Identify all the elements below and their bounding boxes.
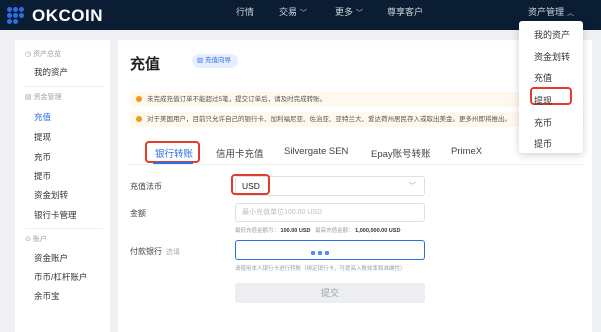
loading-indicator <box>311 248 332 257</box>
notice-text: 未完成充值订单不能超过5笔，提交订单后，请及时完成转账。 <box>147 96 327 103</box>
book-icon: ▥ <box>197 57 205 64</box>
notice-text: 对于美国用户，目前只允许自己的银行卡、加利福尼亚、佐治亚、亚特兰大、爱达荷州居民… <box>147 116 511 123</box>
nav-trade-label: 交易 <box>279 7 298 17</box>
tab-silvergate-sen[interactable]: Silvergate SEN <box>284 146 348 157</box>
sidebar-group-label: 账户 <box>32 236 47 243</box>
amount-label: 金额 <box>130 209 146 218</box>
bank-label: 付款银行 选填 <box>130 246 180 257</box>
sidebar-group-overview: ◷ 资产总览 <box>25 51 62 58</box>
nav-market[interactable]: 行情 <box>236 3 254 33</box>
min-amount-prefix: 最低充值金额为： <box>235 228 280 234</box>
sidebar-group-label: 资产总览 <box>33 51 62 58</box>
amount-input[interactable]: 最小充值单位100.00 USD <box>235 203 425 222</box>
warning-icon <box>136 96 142 102</box>
dropdown-item-my-assets[interactable]: 我的资产 <box>534 28 570 41</box>
submit-button[interactable]: 提交 <box>235 283 425 303</box>
sidebar-group-accounts: ⊙ 账户 <box>25 236 47 243</box>
chevron-down-icon: ﹀ <box>356 10 364 17</box>
sidebar-item-deposit-crypto[interactable]: 充币 <box>34 151 51 163</box>
bank-label-text: 付款银行 <box>130 247 162 256</box>
nav-more-label: 更多 <box>335 7 354 17</box>
sidebar: ◷ 资产总览 我的资产 ▤ 资金管理 充值 提现 充币 提币 资金划转 银行卡管… <box>15 40 110 332</box>
tab-divider <box>128 164 584 165</box>
sidebar-item-spot-margin-account[interactable]: 币币/杠杆账户 <box>34 271 87 283</box>
top-nav-bar: OKCOIN 行情 交易 ﹀ 更多 ﹀ 尊享客户 资产管理 ︿ <box>0 0 601 30</box>
currency-highlight-box <box>231 174 270 195</box>
tab-credit-card[interactable]: 信用卡充值 <box>216 146 264 160</box>
dropdown-item-deposit-crypto[interactable]: 充币 <box>534 116 552 129</box>
dropdown-item-deposit[interactable]: 充值 <box>534 71 552 84</box>
nav-trade[interactable]: 交易 ﹀ <box>279 3 307 33</box>
dropdown-item-withdraw-crypto[interactable]: 提币 <box>534 137 552 150</box>
logo-mark-icon <box>7 7 29 25</box>
sidebar-item-my-assets[interactable]: 我的资产 <box>34 66 68 78</box>
sidebar-item-transfer[interactable]: 资金划转 <box>34 189 68 201</box>
warning-icon <box>136 116 142 122</box>
deposit-guide-link[interactable]: ▥ 充值向导 <box>192 54 238 68</box>
nav-more[interactable]: 更多 ﹀ <box>335 3 363 33</box>
okcoin-logo[interactable]: OKCOIN <box>7 4 103 26</box>
sidebar-divider <box>25 228 103 229</box>
bank-optional-label: 选填 <box>166 249 180 256</box>
tab-active-indicator <box>153 162 193 164</box>
max-amount-value: 1,000,000.00 USD <box>355 228 401 234</box>
sidebar-item-withdraw-crypto[interactable]: 提币 <box>34 170 51 182</box>
tab-highlight-box <box>145 141 200 163</box>
notice-pending-orders: 未完成充值订单不能超过5笔，提交订单后，请及时完成转账。 <box>130 92 584 107</box>
page-title: 充值 <box>130 56 161 73</box>
tab-epay[interactable]: Epay账号转账 <box>371 146 431 160</box>
currency-label: 充值法币 <box>130 182 162 191</box>
sidebar-group-label: 资金管理 <box>33 94 62 101</box>
tab-primex[interactable]: PrimeX <box>451 146 482 157</box>
max-amount-prefix: 最高充值金额： <box>315 228 354 234</box>
chevron-down-icon: ﹀ <box>300 10 308 17</box>
bank-hint: 请使用本人银行卡进行转账（绑定银行卡，可提高入账效率和准确性） <box>235 266 406 272</box>
sidebar-item-withdraw[interactable]: 提现 <box>34 131 51 143</box>
logo-text: OKCOIN <box>32 6 103 25</box>
min-amount-value: 100.00 USD <box>280 228 311 234</box>
asset-management-dropdown: 我的资产 资金划转 充值 提现 充币 提币 <box>519 21 583 153</box>
nav-vip[interactable]: 尊享客户 <box>387 3 423 33</box>
dropdown-item-withdraw[interactable]: 提现 <box>534 94 552 107</box>
sidebar-item-savings[interactable]: 余币宝 <box>34 290 60 302</box>
sidebar-item-fund-account[interactable]: 资金账户 <box>34 252 68 264</box>
bank-select[interactable] <box>235 240 425 260</box>
amount-limits-hint: 最低充值金额为： 100.00 USD 最高充值金额： 1,000,000.00… <box>235 226 400 234</box>
deposit-guide-label: 充值向导 <box>204 57 231 64</box>
dropdown-item-transfer[interactable]: 资金划转 <box>534 50 570 63</box>
chevron-down-icon: ﹀ <box>409 183 416 190</box>
nav-asset-label: 资产管理 <box>528 7 565 17</box>
sidebar-group-funds: ▤ 资金管理 <box>25 94 62 101</box>
sidebar-item-deposit[interactable]: 充值 <box>34 111 51 123</box>
sidebar-divider <box>25 86 103 87</box>
notice-us-users: 对于美国用户，目前只允许自己的银行卡、加利福尼亚、佐治亚、亚特兰大、爱达荷州居民… <box>130 112 584 127</box>
sidebar-item-bank-cards[interactable]: 银行卡管理 <box>34 209 77 221</box>
